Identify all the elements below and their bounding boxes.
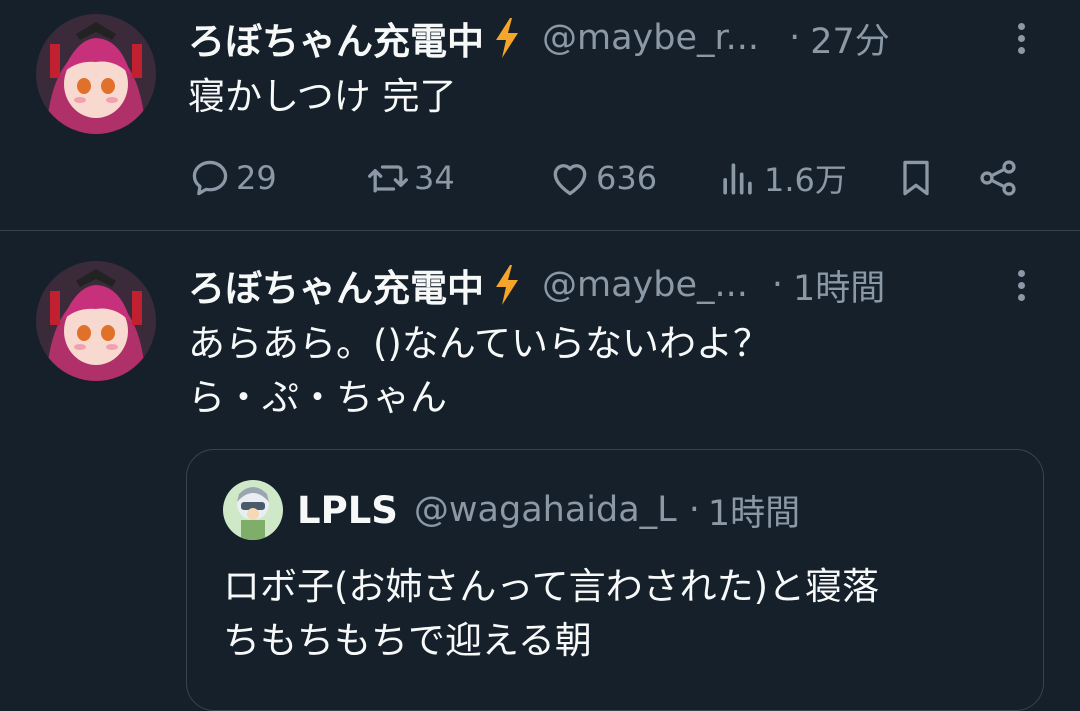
quote-timestamp[interactable]: 1時間 bbox=[708, 485, 800, 536]
quote-separator: · bbox=[688, 490, 700, 530]
tweet-text: 寝かしつけ 完了 bbox=[188, 75, 457, 118]
timestamp[interactable]: 1時間 bbox=[793, 260, 885, 311]
view-count: 1.6万 bbox=[764, 161, 847, 199]
handle[interactable]: @maybe_r... bbox=[542, 18, 759, 58]
bookmark-icon bbox=[903, 160, 929, 196]
action-bar: 29 34 636 1.6万 bbox=[188, 150, 1048, 206]
tweet-text: あらあら。()なんていらないわよ？ ら・ぷ・ちゃん bbox=[188, 322, 771, 419]
quoted-tweet[interactable]: LPLS @wagahaida_L · 1時間 ロボ子(お姉さんって言わされた)… bbox=[186, 449, 1044, 711]
display-name[interactable]: ろぼちゃん充電中 bbox=[188, 11, 484, 65]
quote-display-name[interactable]: LPLS bbox=[297, 489, 398, 532]
tweet-1[interactable]: ろぼちゃん充電中 @maybe_r... · 27分 寝かしつけ 完了 29 3… bbox=[0, 0, 1080, 231]
quote-text: ロボ子(お姉さんって言わされた)と寝落 ちもちもちで迎える朝 bbox=[223, 565, 880, 662]
analytics-icon bbox=[723, 163, 752, 195]
handle[interactable]: @maybe_... bbox=[542, 265, 748, 305]
retweet-icon bbox=[368, 165, 408, 193]
retweet-button[interactable]: 34 bbox=[366, 150, 455, 206]
more-options-icon[interactable] bbox=[1006, 16, 1036, 60]
like-button[interactable]: 636 bbox=[548, 150, 657, 206]
quote-handle[interactable]: @wagahaida_L bbox=[414, 490, 677, 530]
like-count: 636 bbox=[596, 159, 658, 197]
quote-avatar-image bbox=[223, 480, 283, 540]
avatar[interactable] bbox=[36, 14, 156, 134]
tweet-header: ろぼちゃん充電中 @maybe_... · 1時間 bbox=[188, 259, 885, 311]
avatar[interactable] bbox=[36, 261, 156, 381]
timestamp[interactable]: 27分 bbox=[810, 13, 890, 64]
tweet-header: ろぼちゃん充電中 @maybe_r... · 27分 bbox=[188, 12, 890, 64]
reply-button[interactable]: 29 bbox=[188, 150, 277, 206]
display-name[interactable]: ろぼちゃん充電中 bbox=[188, 258, 484, 312]
more-options-icon[interactable] bbox=[1006, 263, 1036, 307]
lightning-bolt-icon bbox=[496, 265, 518, 305]
tweet-2[interactable]: ろぼちゃん充電中 @maybe_... · 1時間 あらあら。()なんていらない… bbox=[0, 231, 1080, 711]
avatar-image bbox=[36, 261, 156, 381]
bookmark-button[interactable] bbox=[894, 150, 938, 206]
views-button[interactable]: 1.6万 bbox=[716, 150, 847, 206]
quote-header: LPLS @wagahaida_L · 1時間 bbox=[297, 484, 800, 536]
lightning-bolt-icon bbox=[496, 18, 518, 58]
heart-icon bbox=[553, 164, 587, 196]
reply-count: 29 bbox=[236, 159, 277, 197]
reply-icon bbox=[192, 160, 228, 196]
share-button[interactable] bbox=[976, 150, 1020, 206]
share-icon bbox=[980, 160, 1016, 196]
quote-avatar[interactable] bbox=[223, 480, 283, 540]
retweet-count: 34 bbox=[414, 159, 455, 197]
avatar-image bbox=[36, 14, 156, 134]
separator: · bbox=[789, 18, 801, 58]
separator: · bbox=[771, 265, 784, 305]
